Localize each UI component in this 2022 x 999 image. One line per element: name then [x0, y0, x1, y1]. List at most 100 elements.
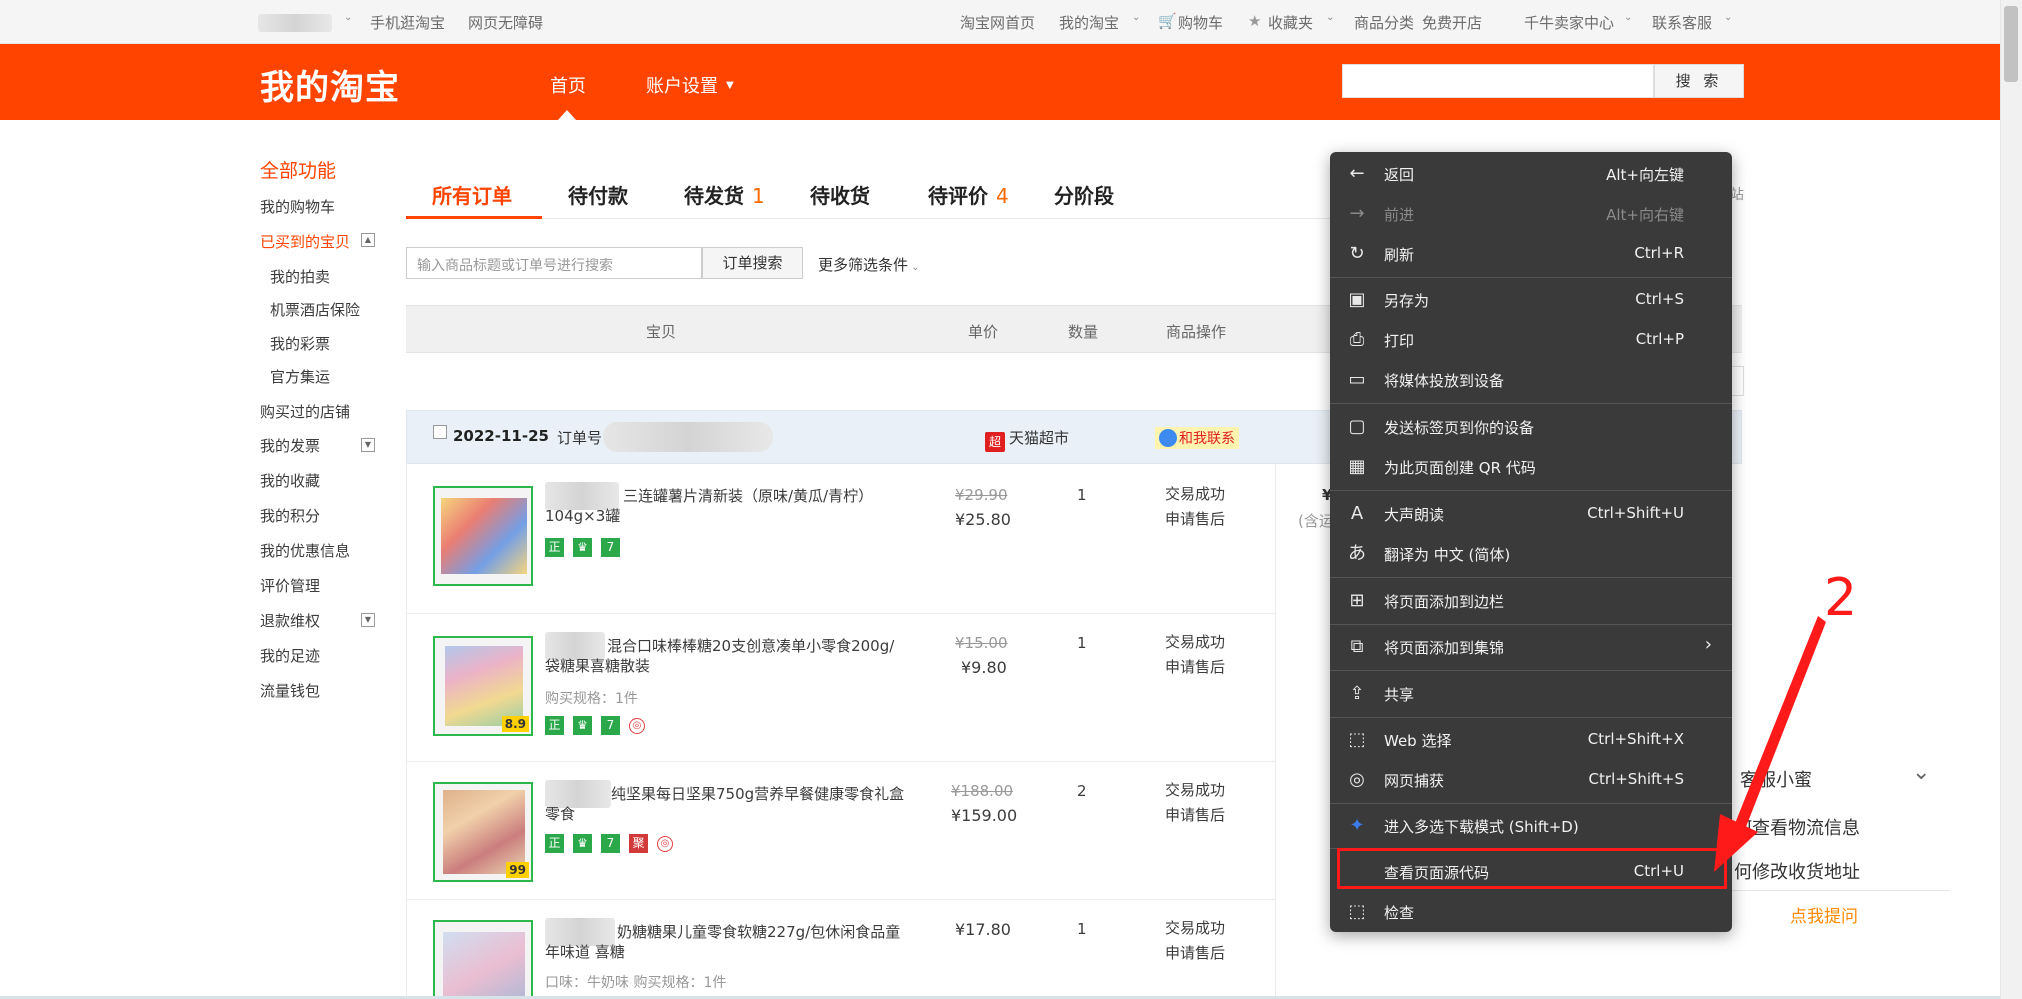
menu-label: 共享 — [1384, 686, 1415, 704]
more-filters-link[interactable]: 更多筛选条件 ⌄ — [818, 254, 920, 275]
tabs-divider — [406, 218, 1356, 219]
categories-link[interactable]: 商品分类 — [1354, 12, 1414, 33]
sidebar-item-coupons[interactable]: 我的优惠信息 — [260, 540, 350, 561]
order-search-input[interactable]: 输入商品标题或订单号进行搜索 — [406, 247, 702, 279]
cart-link[interactable]: 购物车 — [1178, 12, 1223, 33]
translate-icon: あ — [1348, 543, 1366, 564]
chevron-down-icon[interactable]: ⌄ — [1132, 12, 1140, 23]
menu-label: 大声朗读 — [1384, 506, 1445, 524]
chevron-down-icon[interactable]: ⌄ — [1912, 760, 1930, 785]
after-sale-link[interactable]: 申请售后 — [1165, 507, 1225, 532]
after-sale-link[interactable]: 申请售后 — [1165, 941, 1225, 966]
cast-icon: ▭ — [1348, 369, 1366, 390]
my-taobao-link[interactable]: 我的淘宝 — [1059, 12, 1119, 33]
favorites-link[interactable]: 收藏夹 — [1268, 12, 1313, 33]
product-thumbnail[interactable]: 99 — [433, 782, 533, 882]
tab-pending-shipment[interactable]: 待发货 1 — [684, 180, 765, 209]
menu-label: 返回 — [1384, 166, 1415, 184]
sidebar-item-lottery[interactable]: 我的彩票 — [270, 333, 330, 354]
expand-icon[interactable]: ▼ — [361, 438, 375, 452]
menu-item-forward[interactable]: → 前进 Alt+向右键 — [1330, 194, 1732, 234]
expand-icon[interactable]: ▼ — [361, 613, 375, 627]
tab-installments[interactable]: 分阶段 — [1054, 180, 1114, 209]
menu-item-share[interactable]: ⇪ 共享 — [1330, 674, 1732, 714]
chevron-down-icon[interactable]: ⌄ — [1724, 12, 1732, 23]
menu-item-cast[interactable]: ▭ 将媒体投放到设备 — [1330, 360, 1732, 400]
sidebar-item-consolidation[interactable]: 官方集运 — [270, 366, 330, 387]
menu-item-multi-download[interactable]: ✦ 进入多选下载模式 (Shift+D) — [1330, 806, 1732, 846]
tab-all-orders[interactable]: 所有订单 — [432, 180, 512, 209]
product-thumbnail[interactable] — [433, 920, 533, 999]
page-scrollbar-thumb[interactable] — [2004, 6, 2018, 82]
chevron-down-icon[interactable]: ⌄ — [1624, 12, 1632, 23]
mobile-taobao-link[interactable]: 手机逛淘宝 — [370, 12, 445, 33]
nav-account-settings[interactable]: 账户设置 — [646, 72, 718, 98]
page-scrollbar-track[interactable] — [2000, 0, 2022, 999]
order-checkbox[interactable] — [433, 425, 447, 439]
accessibility-link[interactable]: 网页无障碍 — [468, 12, 543, 33]
menu-item-web-select[interactable]: ⬚ Web 选择 Ctrl+Shift+X — [1330, 720, 1732, 760]
sidebar-item-purchased[interactable]: 已买到的宝贝 — [260, 231, 350, 252]
menu-item-read-aloud[interactable]: A 大声朗读 Ctrl+Shift+U — [1330, 494, 1732, 534]
chevron-down-icon[interactable]: ⌄ — [1326, 12, 1334, 23]
sidebar-item-auction[interactable]: 我的拍卖 — [270, 266, 330, 287]
taobao-home-link[interactable]: 淘宝网首页 — [960, 12, 1035, 33]
purchase-spec: 购买规格：1件 — [545, 691, 638, 707]
purchase-spec: 口味：牛奶味 购买规格：1件 — [545, 975, 727, 991]
menu-item-collections[interactable]: ⧉ 将页面添加到集锦 › — [1330, 627, 1732, 667]
cart-icon[interactable]: 🛒 — [1158, 12, 1177, 30]
menu-item-qr-code[interactable]: ▦ 为此页面创建 QR 代码 — [1330, 447, 1732, 487]
product-title[interactable]: 纯坚果每日坚果750g营养早餐健康零食礼盒零食 — [545, 784, 905, 824]
menu-item-back[interactable]: ← 返回 Alt+向左键 — [1330, 154, 1732, 194]
sidebar-item-travel[interactable]: 机票酒店保险 — [270, 299, 360, 320]
contact-service-link[interactable]: 联系客服 — [1652, 12, 1712, 33]
tab-pending-review[interactable]: 待评价 4 — [928, 180, 1009, 209]
ju-icon: 聚 — [629, 834, 648, 853]
collapse-icon[interactable]: ▲ — [361, 233, 375, 247]
menu-item-save-as[interactable]: ▣ 另存为 Ctrl+S — [1330, 280, 1732, 320]
menu-item-add-sidebar[interactable]: ⊞ 将页面添加到边栏 — [1330, 581, 1732, 621]
shop-name[interactable]: 超天猫超市 — [985, 427, 1069, 452]
username-blurred[interactable] — [258, 14, 332, 32]
sidebar-item-reviews[interactable]: 评价管理 — [260, 575, 320, 596]
tab-pending-payment[interactable]: 待付款 — [568, 180, 628, 209]
menu-label: 发送标签页到你的设备 — [1384, 419, 1535, 437]
product-thumbnail[interactable] — [433, 486, 533, 586]
search-input[interactable] — [1342, 64, 1654, 98]
product-title[interactable]: 奶糖糖果儿童零食软糖227g/包休闲食品童年味道 喜糖 — [545, 922, 905, 962]
sidebar-item-data-wallet[interactable]: 流量钱包 — [260, 680, 320, 701]
after-sale-link[interactable]: 申请售后 — [1165, 803, 1225, 828]
chevron-down-icon[interactable]: ▼ — [726, 80, 734, 91]
original-price: ¥15.00 — [955, 634, 1008, 652]
open-shop-link[interactable]: 免费开店 — [1422, 12, 1482, 33]
after-sale-link[interactable]: 申请售后 — [1165, 655, 1225, 680]
seller-center-link[interactable]: 千牛卖家中心 — [1524, 12, 1614, 33]
menu-item-print[interactable]: ⎙ 打印 Ctrl+P — [1330, 320, 1732, 360]
sidebar-item-shops[interactable]: 购买过的店铺 — [260, 401, 350, 422]
search-button[interactable]: 搜 索 — [1654, 64, 1744, 98]
my-taobao-logo[interactable]: 我的淘宝 — [260, 60, 400, 109]
sidebar-item-invoices[interactable]: 我的发票 — [260, 435, 320, 456]
sidebar-item-footprints[interactable]: 我的足迹 — [260, 645, 320, 666]
ask-question-link[interactable]: 点我提问 — [1790, 902, 1858, 927]
order-item-row: 奶糖糖果儿童零食软糖227g/包休闲食品童年味道 喜糖 口味：牛奶味 购买规格：… — [406, 900, 1276, 999]
sidebar-item-cart[interactable]: 我的购物车 — [260, 196, 335, 217]
tab-pending-receipt[interactable]: 待收货 — [810, 180, 870, 209]
product-title[interactable]: 混合口味棒棒糖20支创意凑单小零食200g/袋糖果喜糖散装 — [545, 636, 905, 676]
chevron-down-icon[interactable]: ⌄ — [344, 12, 352, 23]
menu-item-web-capture[interactable]: ◎ 网页捕获 Ctrl+Shift+S — [1330, 760, 1732, 800]
sidebar-item-refunds[interactable]: 退款维权 — [260, 610, 320, 631]
product-thumbnail[interactable]: 8.9 — [433, 636, 533, 736]
star-icon[interactable]: ★ — [1248, 12, 1261, 30]
nav-home[interactable]: 首页 — [550, 72, 586, 98]
menu-item-translate[interactable]: あ翻译为 中文 (简体) — [1330, 534, 1732, 574]
menu-item-refresh[interactable]: ↻ 刷新 Ctrl+R — [1330, 234, 1732, 274]
order-search-button[interactable]: 订单搜索 — [702, 247, 803, 279]
tab-label: 待收货 — [810, 184, 870, 208]
contact-seller-button[interactable]: 和我联系 — [1155, 427, 1239, 449]
product-title[interactable]: 三连罐薯片清新装（原味/黄瓜/青柠）104g×3罐 — [545, 486, 905, 526]
sidebar-item-points[interactable]: 我的积分 — [260, 505, 320, 526]
menu-item-inspect[interactable]: ⬚ 检查 — [1330, 892, 1732, 932]
menu-item-send-tab[interactable]: ▢ 发送标签页到你的设备 — [1330, 407, 1732, 447]
sidebar-item-favorites[interactable]: 我的收藏 — [260, 470, 320, 491]
